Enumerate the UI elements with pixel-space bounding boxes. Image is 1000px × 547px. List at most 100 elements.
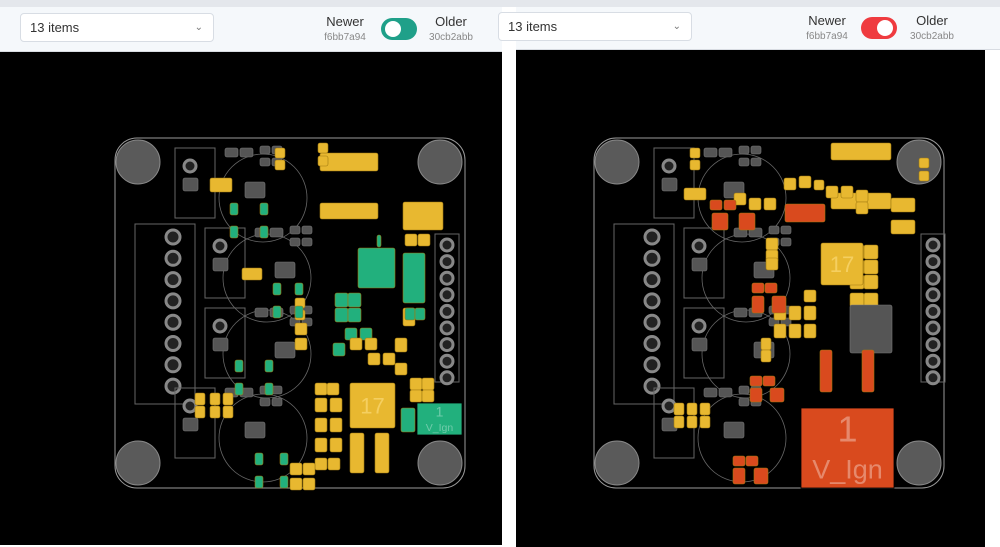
pad [863, 244, 879, 260]
mounting-hole [896, 440, 942, 486]
pcb-view[interactable]: 17 1 V_Ign [0, 52, 502, 545]
changed-pad [254, 475, 264, 489]
connector-pin [643, 335, 661, 352]
pad [274, 341, 296, 359]
items-select[interactable]: 13 items ⌄ [20, 13, 214, 42]
pad [849, 304, 893, 354]
v-ign-name: V_Ign [426, 422, 454, 434]
connector-pin [925, 337, 941, 353]
pad [760, 349, 772, 363]
v-ign-pin-number: 1 [837, 409, 857, 450]
pad [239, 147, 254, 158]
changed-pad [711, 212, 729, 231]
pad [329, 417, 343, 433]
pad [683, 187, 707, 201]
changed-pad [784, 203, 826, 223]
changed-pad [279, 475, 289, 489]
pad [748, 197, 762, 211]
items-select[interactable]: 13 items ⌄ [498, 12, 692, 41]
changed-pad [732, 467, 746, 485]
pad [289, 225, 301, 235]
pad [301, 225, 313, 235]
pad [402, 201, 444, 231]
pad [691, 337, 708, 352]
pad [289, 237, 301, 247]
older-hash: 30cb2abb [429, 32, 473, 43]
changed-pad [709, 199, 723, 211]
changed-pad [376, 234, 382, 248]
pad [194, 405, 206, 419]
pcb-render: 17 1 V_Ign [593, 137, 946, 489]
pad [271, 385, 283, 395]
newer-older-toggle[interactable] [381, 18, 417, 40]
pad [813, 179, 825, 191]
pad [314, 417, 328, 433]
pad [803, 305, 817, 321]
pad [686, 415, 698, 429]
changed-pad [764, 282, 778, 294]
changed-pad [259, 202, 269, 216]
pad [349, 432, 365, 474]
changed-pad [404, 307, 416, 321]
changed-pad [254, 452, 264, 466]
pad [182, 417, 199, 432]
pad [294, 322, 308, 336]
pad [830, 142, 892, 161]
pcb-view[interactable]: 17 1 V_Ign [516, 50, 985, 547]
changed-pad [229, 225, 239, 239]
pad [274, 261, 296, 279]
pad [209, 392, 221, 406]
changed-pad [723, 199, 737, 211]
changed-pad [259, 225, 269, 239]
changed-pad [264, 382, 274, 396]
connector-pin [925, 320, 941, 336]
pad [890, 197, 916, 213]
changed-pad [402, 252, 426, 304]
pad [314, 457, 328, 471]
through-hole [212, 238, 228, 254]
connector-pin [643, 249, 661, 267]
pad [689, 159, 701, 171]
through-hole [182, 158, 198, 174]
changed-pad [272, 305, 282, 319]
pad [364, 337, 378, 351]
connector-outline [613, 223, 675, 405]
pad [314, 382, 328, 396]
pad [209, 405, 221, 419]
changed-pad [332, 342, 346, 357]
mounting-hole [115, 440, 161, 486]
pad [404, 233, 418, 247]
pad [212, 337, 229, 352]
connector-pin [164, 335, 182, 352]
pad [718, 147, 733, 158]
through-hole [691, 238, 707, 254]
pad [803, 323, 817, 339]
pad [209, 177, 233, 193]
items-select-value: 13 items [30, 20, 80, 35]
pad [855, 189, 869, 203]
pad [317, 142, 329, 154]
ic-label: 17 [830, 252, 854, 277]
pad [289, 477, 303, 491]
pad [798, 175, 812, 189]
v-ign-name: V_Ign [812, 454, 883, 484]
pad [840, 185, 854, 199]
connector-pin [439, 320, 455, 336]
changed-pad [334, 307, 349, 323]
connector-pin [925, 237, 941, 253]
pad [319, 152, 379, 172]
changed-pad [749, 375, 763, 387]
pad [269, 227, 284, 238]
newer-older-toggle[interactable] [861, 17, 897, 39]
older-label: Older [435, 14, 467, 29]
connector-pin [439, 337, 455, 353]
connector-pin [439, 270, 455, 286]
changed-pad [294, 282, 304, 296]
pad [421, 389, 435, 403]
pad [863, 274, 879, 290]
pad [723, 421, 745, 439]
newer-label: Newer [808, 13, 846, 28]
pad [765, 257, 779, 271]
connector-pin [439, 254, 455, 270]
pad [417, 233, 431, 247]
